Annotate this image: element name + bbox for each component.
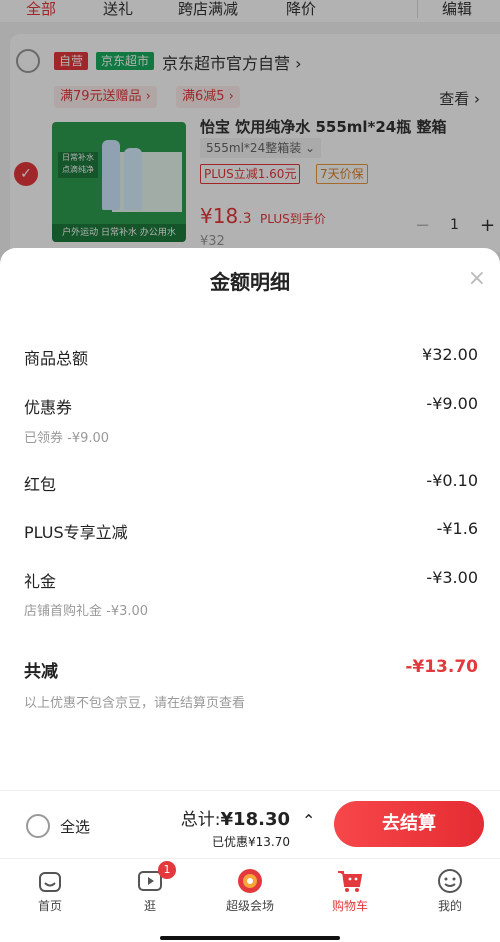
gift-money-label: 礼金	[24, 572, 57, 591]
tabbar-home[interactable]: 首页	[10, 867, 90, 914]
coupon-row: 优惠券 -¥9.00	[24, 394, 478, 418]
amount-detail-sheet: 金额明细 × 商品总额 ¥32.00 优惠券 -¥9.00 已领券 -¥9.00…	[0, 248, 500, 858]
tabbar-me-label: 我的	[437, 899, 462, 913]
coupon-value: -¥9.00	[426, 394, 478, 413]
goods-total-value: ¥32.00	[422, 345, 478, 364]
sheet-title: 金额明细	[210, 270, 290, 294]
discount-note: 以上优惠不包含京豆，请在结算页查看	[24, 696, 246, 711]
red-packet-row: 红包 -¥0.10	[24, 471, 478, 495]
plus-discount-value: -¥1.6	[436, 519, 478, 538]
tabbar-browse[interactable]: 1 逛	[110, 861, 190, 914]
red-packet-label: 红包	[24, 475, 57, 494]
browse-notification-badge: 1	[158, 861, 176, 879]
tabbar-super[interactable]: 超级会场	[210, 867, 290, 914]
select-all-checkbox[interactable]	[26, 814, 50, 838]
close-icon[interactable]: ×	[468, 268, 486, 290]
total-reduction-row: 共减 -¥13.70	[24, 657, 478, 682]
total-amount: 总计:¥18.30	[181, 805, 290, 830]
home-indicator	[160, 936, 340, 940]
tabbar-super-label: 超级会场	[225, 899, 274, 913]
saved-amount: 已优惠¥13.70	[212, 835, 290, 849]
coupon-label: 优惠券	[24, 398, 73, 417]
tabbar-cart-label: 购物车	[331, 899, 368, 913]
goods-total-row: 商品总额 ¥32.00	[24, 345, 478, 369]
gift-money-sub: 店铺首购礼金 -¥3.00	[24, 604, 149, 619]
coupon-sub: 已领券 -¥9.00	[24, 431, 110, 446]
plus-discount-label: PLUS专享立减	[24, 523, 128, 542]
cart-icon	[338, 871, 363, 892]
home-icon	[39, 872, 61, 892]
bottom-tab-bar: 首页 1 逛 超级会场 购物车 我的	[0, 858, 500, 942]
plus-discount-row: PLUS专享立减 -¥1.6	[24, 519, 478, 543]
chevron-up-icon[interactable]: ⌃	[302, 811, 315, 830]
total-reduction-value: -¥13.70	[405, 657, 478, 677]
profile-face-icon	[438, 869, 462, 893]
gift-money-row: 礼金 -¥3.00	[24, 568, 478, 592]
total-value: ¥18.30	[220, 809, 290, 830]
tabbar-browse-label: 逛	[143, 899, 156, 913]
total-label: 总计:	[180, 810, 221, 830]
tabbar-cart[interactable]: 购物车	[310, 867, 390, 914]
gift-money-value: -¥3.00	[426, 568, 478, 587]
tabbar-me[interactable]: 我的	[410, 867, 490, 914]
checkout-bar: 全选 总计:¥18.30 已优惠¥13.70 ⌃ 去结算	[0, 790, 500, 858]
total-reduction-label: 共减	[24, 662, 58, 682]
tabbar-home-label: 首页	[37, 899, 62, 913]
checkout-button[interactable]: 去结算	[334, 801, 484, 847]
red-packet-value: -¥0.10	[426, 471, 478, 490]
goods-total-label: 商品总额	[24, 349, 89, 368]
super-venue-icon	[238, 869, 262, 893]
select-all-label[interactable]: 全选	[60, 816, 90, 837]
